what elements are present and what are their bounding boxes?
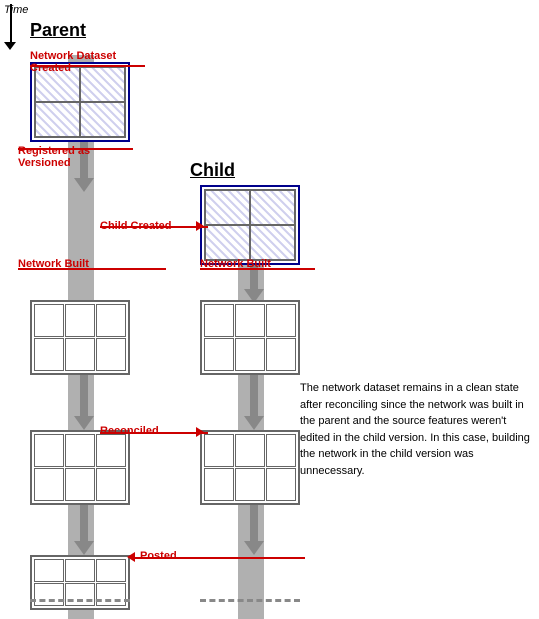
parent-column-label: Parent — [30, 20, 86, 41]
event-label-child-created: Child Created — [100, 220, 172, 232]
parent-arrow-2 — [74, 375, 94, 430]
parent-arrow-3 — [74, 505, 94, 555]
child-arrow-2 — [244, 375, 264, 430]
time-arrow-head — [4, 42, 16, 50]
parent-grid-box-2 — [30, 430, 130, 505]
child-grid-box-1 — [200, 300, 300, 375]
child-grid-box-2 — [200, 430, 300, 505]
dashed-bottom-child — [200, 599, 300, 619]
event-label-nb-child: Network Built — [200, 258, 271, 270]
event-label-registered: Registered asVersioned — [18, 145, 90, 169]
diagram: Time Parent Child — [0, 0, 539, 619]
child-arrow-3 — [244, 505, 264, 555]
parent-grid-box-1 — [30, 300, 130, 375]
event-label-nb-parent: Network Built — [18, 258, 89, 270]
event-line-posted-ext — [215, 557, 305, 559]
child-network-dataset-box — [200, 185, 300, 265]
event-label-posted: Posted — [140, 550, 177, 562]
dashed-bottom-parent — [30, 599, 130, 619]
child-arrow-1 — [244, 265, 264, 303]
reconciled-arrow — [196, 427, 204, 437]
parent-network-dataset-box — [30, 62, 130, 142]
event-label-reconciled: Reconciled — [100, 425, 159, 437]
event-label-nd-created: Network DatasetCreated — [30, 50, 116, 74]
time-label: Time — [4, 4, 28, 16]
description-text: The network dataset remains in a clean s… — [300, 380, 530, 479]
time-arrow — [10, 4, 12, 44]
child-column-label: Child — [190, 160, 235, 181]
child-created-arrow — [196, 221, 204, 231]
posted-arrow-left — [127, 552, 135, 562]
